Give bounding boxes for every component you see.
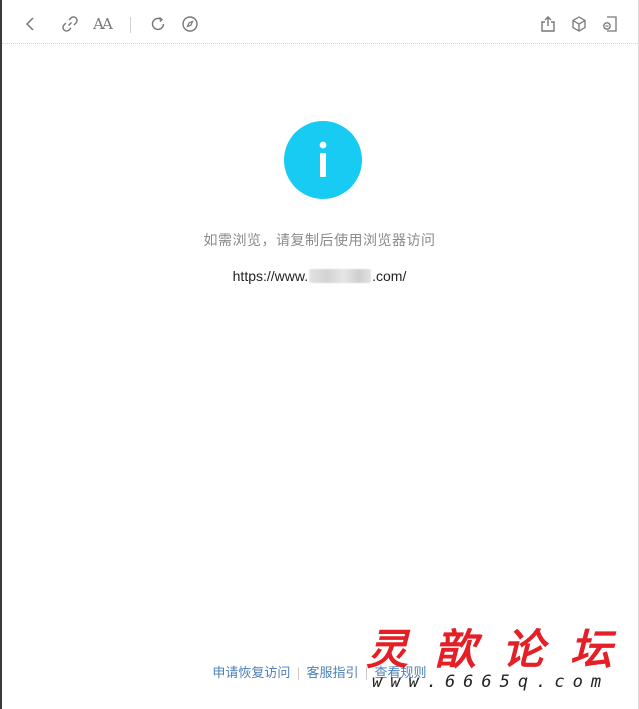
watermark-url: www.6665q.com <box>372 672 610 692</box>
window-left-edge <box>0 0 2 709</box>
info-glyph <box>319 141 327 177</box>
toolbar-divider <box>130 17 131 33</box>
mini-window-icon[interactable] <box>600 14 620 34</box>
target-url[interactable]: https://www. .com/ <box>0 268 639 284</box>
back-icon[interactable] <box>20 14 40 34</box>
watermark-title: 灵歆论坛 <box>366 625 639 674</box>
cube-icon[interactable] <box>569 14 589 34</box>
link-icon[interactable] <box>60 14 80 34</box>
url-suffix: .com/ <box>372 268 407 284</box>
url-redacted-segment <box>309 269 372 283</box>
url-prefix: https://www. <box>232 268 309 284</box>
browser-toolbar: AA <box>2 0 638 44</box>
footer-separator: | <box>296 666 301 680</box>
info-icon <box>284 121 362 199</box>
copy-prompt-text: 如需浏览，请复制后使用浏览器访问 <box>203 233 436 249</box>
font-size-icon[interactable]: AA <box>90 14 114 34</box>
share-icon[interactable] <box>538 14 558 34</box>
compass-icon[interactable] <box>180 14 200 34</box>
customer-service-link[interactable]: 客服指引 <box>306 666 358 681</box>
font-size-label: AA <box>93 15 113 33</box>
refresh-icon[interactable] <box>148 14 168 34</box>
restore-access-link[interactable]: 申请恢复访问 <box>212 666 290 681</box>
